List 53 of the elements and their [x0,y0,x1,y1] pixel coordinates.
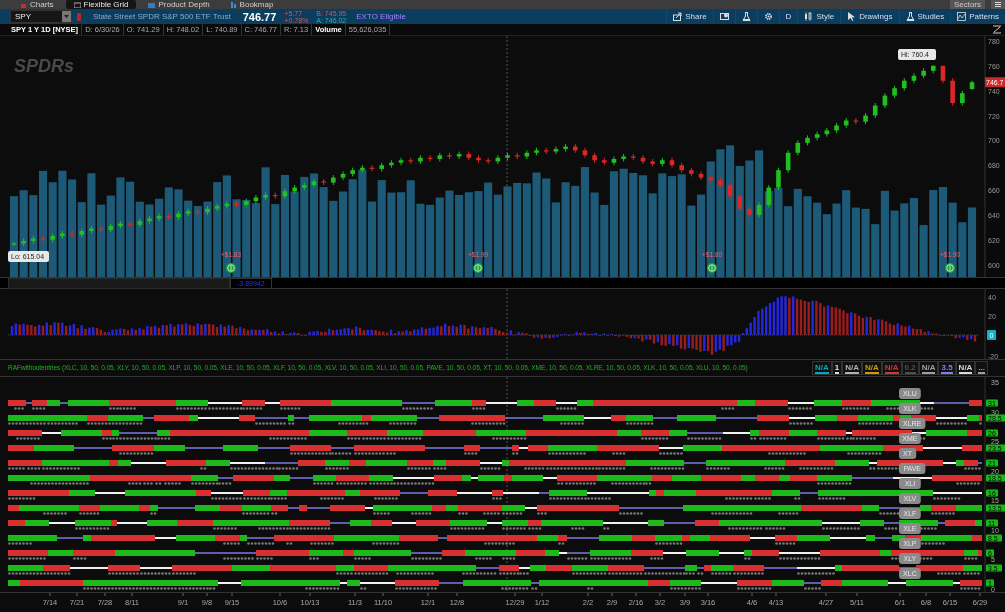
sectors-button[interactable]: Sectors [949,0,985,9]
candlestick [524,149,530,160]
window-icon[interactable] [148,1,156,8]
candlestick [950,77,955,107]
study-value: 3.5 [938,360,956,375]
style-button[interactable]: Style [816,12,835,21]
candlestick [311,178,317,189]
studies-button[interactable]: Studies [917,12,945,21]
flask-icon[interactable] [741,12,751,21]
share-button[interactable]: Share [685,12,707,21]
candlestick [40,235,46,243]
share-icon[interactable] [673,12,683,21]
dividend-icon[interactable] [707,263,717,273]
settings-icon[interactable] [763,12,773,21]
candlestick [766,184,772,208]
candlestick [776,167,781,191]
study-value: N/A [842,360,862,375]
cursor-icon[interactable] [847,12,857,21]
logo: SPDRs [14,56,75,76]
bars-icon[interactable] [229,1,237,8]
study-value: ... [975,360,989,375]
patterns-button[interactable]: Patterns [969,12,999,21]
tab[interactable]: Bookmap [239,0,274,9]
symbol-description: State Street SPDR S&P 500 ETF Trust [93,12,231,21]
caret-icon[interactable] [64,15,69,18]
last-price: 746.77 [242,10,277,23]
study-value: N/A [881,360,902,375]
study-value: N/A [955,360,976,375]
flask-icon[interactable] [905,12,915,21]
drawings-button[interactable]: Drawings [859,12,893,21]
candlestick [553,146,559,155]
grid-icon[interactable] [73,1,81,8]
study-value: 0.2 [901,360,919,375]
candlestick [11,241,17,247]
candlestick [253,194,259,205]
pattern-icon[interactable] [957,12,967,21]
study-value: N/A [862,360,882,375]
dividend-icon[interactable] [473,263,483,273]
exto-label: EXTO Eligible [356,12,406,21]
study-value: N/A [812,360,832,375]
study-value: 1 [831,360,843,375]
symbol-field[interactable]: SPY [10,10,72,23]
candlestick [340,170,346,181]
study-value: N/A [918,360,939,375]
tab[interactable]: Charts [30,0,54,9]
candlestick [853,117,859,125]
candles-icon[interactable] [804,12,814,21]
monitor-icon[interactable] [719,12,729,21]
crosshair-line [506,289,508,359]
candlestick [398,157,404,166]
candlestick [698,170,704,181]
timeframe-button[interactable]: D [785,12,792,21]
candlestick [456,151,462,160]
